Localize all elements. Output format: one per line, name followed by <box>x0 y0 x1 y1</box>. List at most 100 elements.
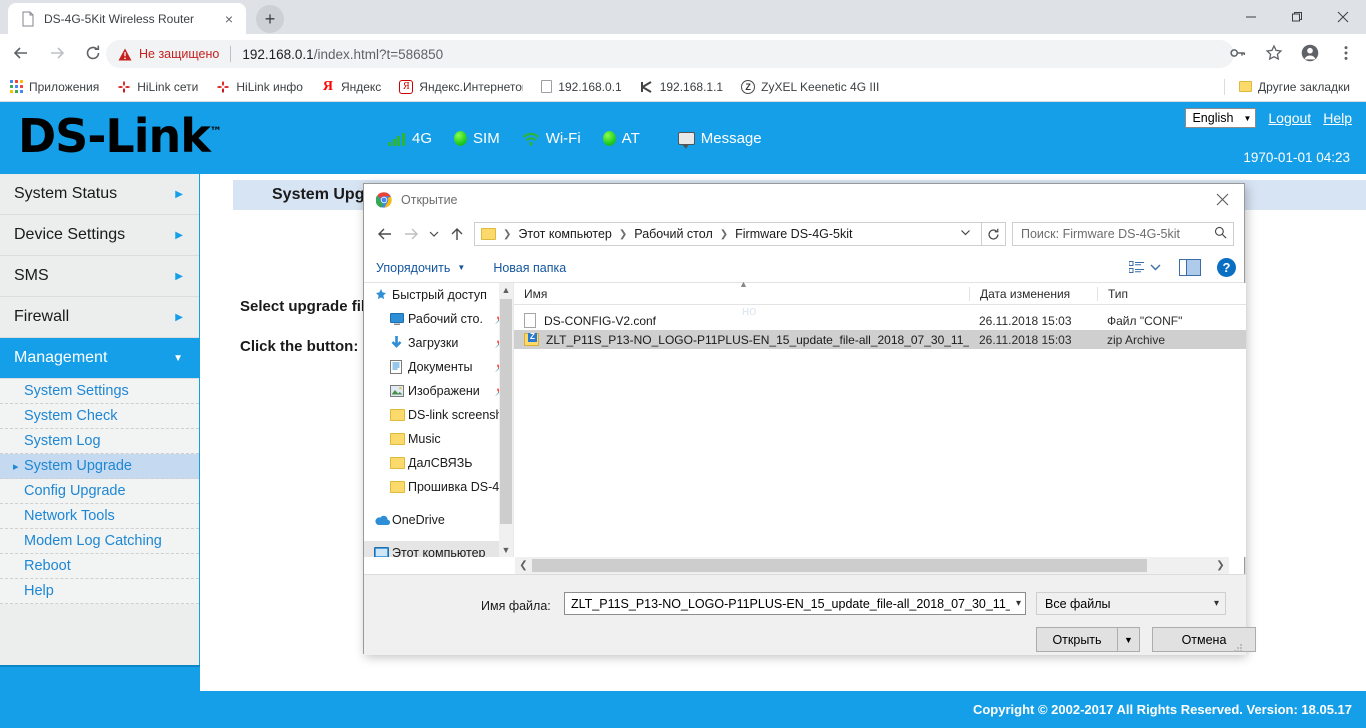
sidebar-item-config-upgrade[interactable]: Config Upgrade <box>0 479 199 504</box>
browser-tab[interactable]: DS-4G-5Kit Wireless Router × <box>8 3 246 34</box>
reload-icon[interactable] <box>78 38 108 68</box>
nav-item-quick-access[interactable]: Быстрый доступ <box>364 283 513 307</box>
up-icon[interactable] <box>444 221 470 247</box>
breadcrumb-segment-2[interactable]: Рабочий стол <box>634 227 712 241</box>
nav-item-desktop[interactable]: Рабочий сто. 📌 <box>364 307 513 331</box>
sidebar-item-sms[interactable]: SMS ▶ <box>0 256 199 297</box>
bookmark-192-168-1-1[interactable]: 192.168.1.1 <box>632 75 731 99</box>
table-row[interactable]: ZLT_P11S_P13-NO_LOGO-P11PLUS-EN_15_updat… <box>514 330 1246 349</box>
help-icon[interactable]: ? <box>1217 258 1236 277</box>
sidebar-item-network-tools[interactable]: Network Tools <box>0 504 199 529</box>
sidebar-item-label: Help <box>24 583 54 599</box>
recent-locations-icon[interactable] <box>424 221 444 247</box>
file-list-horizontal-scrollbar[interactable]: ❮ ❯ <box>515 557 1229 574</box>
chevron-down-icon[interactable]: ▾ <box>1010 598 1021 609</box>
bookmark-yandex[interactable]: Я Яндекс <box>313 75 389 99</box>
nav-item-music[interactable]: Music <box>364 427 513 451</box>
scroll-left-icon[interactable]: ❮ <box>515 560 532 571</box>
sidebar-item-system-settings[interactable]: System Settings <box>0 379 199 404</box>
chevron-down-icon[interactable] <box>954 227 977 241</box>
preview-pane-icon[interactable] <box>1179 259 1201 276</box>
logout-link[interactable]: Logout <box>1268 110 1311 126</box>
nav-item-proshivka-ds4[interactable]: Прошивка DS-4 <box>364 475 513 499</box>
scrollbar-thumb[interactable] <box>500 299 512 524</box>
address-bar[interactable]: Не защищено 192.168.0.1/index.html?t=586… <box>106 40 1234 68</box>
chevron-right-icon: ▶ <box>175 229 183 241</box>
folder-icon <box>390 433 408 445</box>
warning-triangle-icon <box>118 48 132 61</box>
resize-grip[interactable] <box>1233 643 1243 653</box>
nav-pane-scrollbar[interactable]: ▲ ▼ <box>499 283 513 557</box>
maximize-icon[interactable] <box>1274 0 1320 34</box>
nav-item-downloads[interactable]: Загрузки 📌 <box>364 331 513 355</box>
url-text: 192.168.0.1/index.html?t=586850 <box>242 47 443 62</box>
sidebar-item-help[interactable]: Help <box>0 579 199 604</box>
file-date-cell: 26.11.2018 15:03 <box>979 332 1072 347</box>
refresh-icon[interactable] <box>982 222 1006 246</box>
back-icon[interactable] <box>372 221 398 247</box>
bookmark-apps[interactable]: Приложения <box>2 75 107 99</box>
dialog-titlebar: Открытие <box>364 184 1244 215</box>
nav-item-this-pc[interactable]: Этот компьютер <box>364 541 513 557</box>
nav-item-pictures[interactable]: Изображени 📌 <box>364 379 513 403</box>
sidebar-item-reboot[interactable]: Reboot <box>0 554 199 579</box>
scroll-down-icon[interactable]: ▼ <box>499 543 513 557</box>
bookmark-192-168-0-1[interactable]: 192.168.0.1 <box>533 75 629 99</box>
bookmark-hilink-networks[interactable]: HiLink сети <box>109 75 206 99</box>
close-icon[interactable]: × <box>220 10 238 28</box>
bookmark-zyxel-keenetic[interactable]: Z ZyXEL Keenetic 4G III <box>733 75 887 99</box>
nav-item-label: DS-link screensh <box>408 408 503 422</box>
scrollbar-thumb[interactable] <box>532 559 1147 572</box>
sidebar-item-firewall[interactable]: Firewall ▶ <box>0 297 199 338</box>
view-mode-chevron-down-icon[interactable] <box>1150 261 1161 275</box>
scrollbar-track[interactable] <box>532 559 1212 572</box>
not-secure-indicator[interactable]: Не защищено <box>118 47 219 61</box>
sidebar-item-system-status[interactable]: System Status ▶ <box>0 174 199 215</box>
new-folder-button[interactable]: Новая папка <box>493 261 566 275</box>
sidebar-item-device-settings[interactable]: Device Settings ▶ <box>0 215 199 256</box>
sidebar-item-system-check[interactable]: System Check <box>0 404 199 429</box>
sidebar-item-management[interactable]: Management ▼ <box>0 338 199 379</box>
sidebar-item-system-upgrade[interactable]: System Upgrade <box>0 454 199 479</box>
file-list: ▲ Имя Дата изменения Тип но DS-CONFIG-V2… <box>514 279 1246 557</box>
scroll-up-icon[interactable]: ▲ <box>499 283 513 297</box>
status-sim: SIM <box>454 130 500 147</box>
column-header-type[interactable]: Тип <box>1097 286 1246 301</box>
help-link[interactable]: Help <box>1323 110 1352 126</box>
view-mode-icon[interactable] <box>1128 260 1145 275</box>
breadcrumb-segment-3[interactable]: Firmware DS-4G-5kit <box>735 227 852 241</box>
star-icon[interactable] <box>1259 38 1289 68</box>
close-icon[interactable] <box>1320 0 1366 34</box>
nav-item-dalsvyaz[interactable]: ДалСВЯЗЬ <box>364 451 513 475</box>
organize-button[interactable]: Упорядочить ▼ <box>376 261 465 275</box>
sidebar-item-modem-log-catching[interactable]: Modem Log Catching <box>0 529 199 554</box>
nav-item-onedrive[interactable]: OneDrive <box>364 508 513 532</box>
menu-icon[interactable] <box>1331 38 1361 68</box>
back-icon[interactable] <box>6 38 36 68</box>
status-message[interactable]: Message <box>677 130 762 149</box>
nav-item-label: Изображени <box>408 384 480 398</box>
new-tab-button[interactable]: + <box>256 5 284 33</box>
sidebar-item-system-log[interactable]: System Log <box>0 429 199 454</box>
bookmark-yandex-internetometer[interactable]: Я Яндекс.Интернетоме <box>391 75 531 99</box>
profile-icon[interactable] <box>1295 38 1325 68</box>
key-icon[interactable] <box>1223 38 1253 68</box>
search-input[interactable]: Поиск: Firmware DS-4G-5kit <box>1012 222 1234 246</box>
minimize-icon[interactable] <box>1228 0 1274 34</box>
nav-item-documents[interactable]: Документы 📌 <box>364 355 513 379</box>
scroll-right-icon[interactable]: ❯ <box>1212 560 1229 571</box>
language-select[interactable]: English ▼ <box>1185 108 1257 128</box>
filename-input[interactable]: ZLT_P11S_P13-NO_LOGO-P11PLUS-EN_15_updat… <box>564 592 1026 615</box>
zip-file-icon <box>524 332 539 346</box>
nav-item-ds-link-screenshots[interactable]: DS-link screensh <box>364 403 513 427</box>
file-type-filter-select[interactable]: Все файлы ▾ <box>1036 592 1226 615</box>
table-row[interactable]: DS-CONFIG-V2.conf 26.11.2018 15:03 Файл … <box>514 311 1246 330</box>
column-header-date[interactable]: Дата изменения <box>969 286 1097 301</box>
open-dropdown-chevron-down-icon[interactable]: ▼ <box>1117 628 1139 651</box>
other-bookmarks-button[interactable]: Другие закладки <box>1231 75 1358 99</box>
open-button[interactable]: Открыть ▼ <box>1036 627 1140 652</box>
close-icon[interactable] <box>1200 184 1244 215</box>
breadcrumb[interactable]: ❯ Этот компьютер ❯ Рабочий стол ❯ Firmwa… <box>474 222 982 246</box>
breadcrumb-segment-1[interactable]: Этот компьютер <box>518 227 611 241</box>
bookmark-hilink-info[interactable]: HiLink инфо <box>208 75 311 99</box>
